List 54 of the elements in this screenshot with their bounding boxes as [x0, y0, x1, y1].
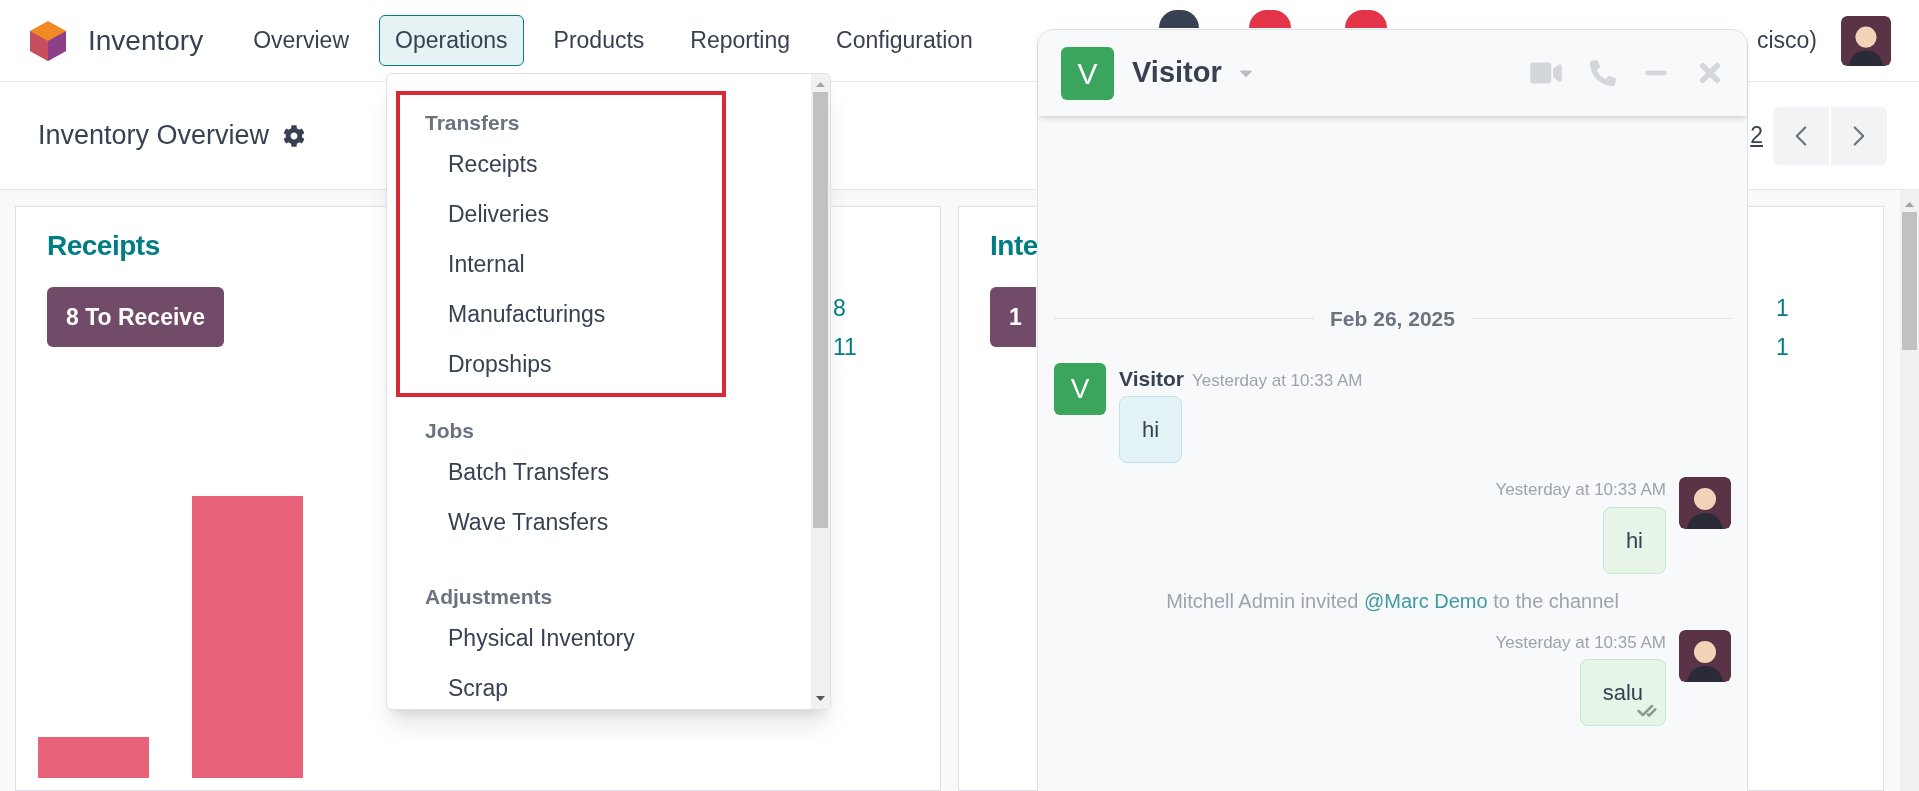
- count-link[interactable]: 1: [1776, 329, 1789, 364]
- action-button[interactable]: 8 To Receive: [47, 287, 224, 347]
- notification-badge[interactable]: [1248, 10, 1291, 28]
- menu-item[interactable]: Batch Transfers: [400, 447, 722, 497]
- section-heading: Transfers: [424, 110, 521, 136]
- menu-tab[interactable]: Reporting: [674, 15, 807, 66]
- count-link[interactable]: 11: [833, 329, 857, 364]
- author-name: Visitor: [1119, 365, 1184, 392]
- message-time: Yesterday at 10:35 AM: [1495, 631, 1666, 654]
- count-link[interactable]: 8: [833, 291, 857, 326]
- menu-item[interactable]: Receipts: [400, 139, 722, 189]
- pager-value[interactable]: 2: [1750, 118, 1763, 153]
- menu-item[interactable]: Internal: [400, 239, 722, 289]
- avatar: [1679, 477, 1731, 529]
- message-bubble: hi: [1602, 506, 1666, 574]
- company-name[interactable]: cisco): [1756, 23, 1817, 58]
- avatar: [1679, 629, 1731, 682]
- card-title[interactable]: Receipts: [47, 225, 160, 267]
- avatar: V: [1061, 46, 1114, 100]
- menu-item[interactable]: Wave Transfers: [400, 497, 722, 547]
- menu-item[interactable]: Deliveries: [400, 189, 722, 239]
- notification-text: Mitchell Admin invited @Marc Demo to the channel: [1165, 588, 1620, 614]
- app-name[interactable]: Inventory: [88, 19, 204, 62]
- message-bubble: hi: [1119, 396, 1183, 463]
- menu-item[interactable]: Dropships: [400, 339, 722, 389]
- scrollbar[interactable]: [811, 74, 830, 709]
- menu-item[interactable]: Manufacturings: [400, 289, 722, 339]
- menu-item[interactable]: Scrap: [400, 663, 722, 709]
- card-title[interactable]: Inte: [990, 225, 1038, 267]
- count-link[interactable]: 1: [1776, 291, 1789, 326]
- section-heading: Jobs: [424, 418, 475, 444]
- systray-icon[interactable]: [1158, 10, 1199, 28]
- next-button[interactable]: [1831, 106, 1887, 165]
- message-time: Yesterday at 10:33 AM: [1191, 369, 1363, 392]
- phone-icon[interactable]: [1590, 60, 1616, 86]
- menu-item[interactable]: Physical Inventory: [400, 613, 722, 663]
- chat-title[interactable]: Visitor: [1132, 51, 1222, 95]
- date-separator: Feb 26, 2025: [1330, 306, 1455, 332]
- section-heading: Adjustments: [424, 584, 554, 610]
- avatar: V: [1054, 362, 1106, 415]
- previous-button[interactable]: [1773, 106, 1829, 165]
- menu-tab[interactable]: Operations: [379, 15, 524, 66]
- notification-badge[interactable]: [1344, 10, 1387, 28]
- app-logo-icon[interactable]: [28, 19, 68, 62]
- menu-tab[interactable]: Configuration: [820, 15, 989, 66]
- avatar: [1841, 15, 1891, 66]
- menu-tab[interactable]: Products: [537, 15, 661, 66]
- action-button[interactable]: 1: [990, 287, 1036, 347]
- message-time: Yesterday at 10:33 AM: [1495, 479, 1666, 501]
- menu-tab[interactable]: Overview: [237, 15, 366, 66]
- settings-icon[interactable]: [283, 124, 306, 147]
- page-title: Inventory Overview: [38, 119, 270, 153]
- message-bubble: salu: [1579, 659, 1666, 726]
- scrollbar[interactable]: [1900, 190, 1919, 791]
